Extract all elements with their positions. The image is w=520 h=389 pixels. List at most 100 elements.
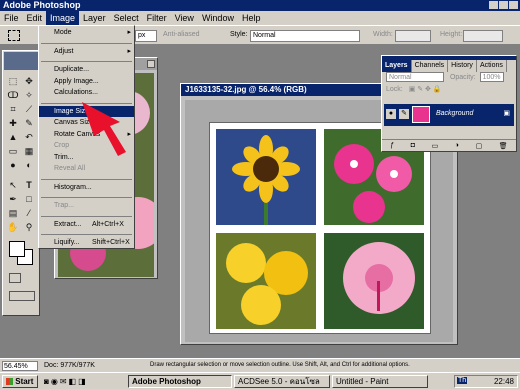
menu-item-adjust-label: Adjust [54, 47, 74, 55]
menu-file[interactable]: File [0, 11, 23, 25]
healing-icon[interactable]: ✚ [6, 117, 20, 130]
screen-mode-icon[interactable] [9, 291, 35, 301]
tab-actions[interactable]: Actions [477, 60, 507, 72]
hand-icon[interactable]: ✋ [6, 221, 20, 234]
crop-icon[interactable]: ⌗ [6, 103, 20, 116]
yellow-flower-1 [226, 243, 266, 283]
menu-item-calculations[interactable]: Calculations... [39, 87, 134, 99]
pen-icon[interactable]: ✒ [6, 193, 20, 206]
notes-icon[interactable]: ▤ [6, 207, 20, 220]
task-acdsee[interactable]: ACDSee 5.0 - คอนโซล [234, 375, 330, 388]
task-paint[interactable]: Untitled - Paint [332, 375, 428, 388]
stamp-icon[interactable]: ▲ [6, 131, 20, 144]
zoom-level[interactable]: 56.45% [2, 361, 38, 371]
menu-item-histogram[interactable]: Histogram... [39, 182, 134, 194]
background-window-close-icon[interactable] [147, 60, 155, 68]
layers-palette-tabs: Layers Channels History Actions [382, 60, 516, 72]
yellow-flowers-image [226, 243, 308, 325]
menu-window[interactable]: Window [198, 11, 238, 25]
lock-icons[interactable]: ▣ ✎ ✥ 🔒 [409, 86, 442, 93]
maximize-icon[interactable] [499, 1, 508, 9]
layer-name: Background [436, 110, 474, 117]
blend-mode-select[interactable]: Normal [386, 72, 444, 82]
marquee-tool-icon[interactable] [8, 30, 20, 41]
menu-help[interactable]: Help [238, 11, 265, 25]
menu-item-liquify-shortcut: Shift+Ctrl+X [92, 239, 130, 246]
magic-wand-icon[interactable]: ✧ [22, 89, 36, 102]
menu-image[interactable]: Image [46, 11, 80, 25]
status-bar: 56.45% Doc: 977K/977K Draw rectangular s… [0, 358, 520, 372]
menu-filter[interactable]: Filter [143, 11, 171, 25]
menu-layer[interactable]: Layer [79, 11, 110, 25]
menu-item-mode[interactable]: Mode ▸ [39, 27, 134, 39]
menu-item-liquify[interactable]: Liquify... Shift+Ctrl+X [39, 237, 134, 249]
width-field[interactable] [395, 30, 431, 42]
pink-flower-3 [353, 191, 385, 223]
submenu-arrow-icon: ▸ [127, 47, 131, 55]
dodge-icon[interactable]: ◐ [22, 159, 36, 172]
hibiscus-image [343, 242, 415, 314]
photo-hibiscus [324, 233, 424, 329]
zoom-icon[interactable]: ⚲ [22, 221, 36, 234]
start-button[interactable]: Start [2, 375, 38, 388]
menu-separator [41, 193, 132, 198]
menu-item-duplicate[interactable]: Duplicate... [39, 64, 134, 76]
shape-icon[interactable]: □ [22, 193, 36, 206]
brush-icon[interactable]: ✎ [22, 117, 36, 130]
minimize-icon[interactable] [489, 1, 498, 9]
layer-effects-icon[interactable]: ƒ [390, 142, 394, 149]
feather-field[interactable]: px [135, 30, 157, 42]
adjustment-layer-icon[interactable]: ◑ [455, 142, 459, 149]
layer-mask-icon[interactable]: ◘ [411, 142, 415, 149]
antialiased-checkbox[interactable]: Anti-aliased [163, 31, 200, 38]
menu-item-adjust[interactable]: Adjust ▸ [39, 46, 134, 58]
layer-background[interactable]: ● ✎ Background ▣ [384, 104, 514, 126]
move-icon[interactable]: ✥ [22, 75, 36, 88]
close-icon[interactable] [509, 1, 518, 9]
language-indicator-icon[interactable]: Th [457, 377, 468, 384]
lock-row: Lock: ▣ ✎ ✥ 🔒 [382, 84, 516, 96]
tab-layers[interactable]: Layers [382, 60, 412, 72]
red-arrow-icon [82, 102, 126, 156]
menu-separator [41, 175, 132, 180]
menu-select[interactable]: Select [110, 11, 143, 25]
marquee-icon[interactable]: ⬚ [6, 75, 20, 88]
system-tray: Th 22:48 [454, 375, 518, 388]
path-select-icon[interactable]: ↖ [6, 179, 20, 192]
style-select[interactable]: Normal [250, 30, 360, 42]
new-layer-icon[interactable]: ▢ [476, 142, 483, 150]
menu-item-extract[interactable]: Extract... Alt+Ctrl+X [39, 219, 134, 231]
visibility-eye-icon[interactable]: ● [386, 109, 396, 119]
tab-history[interactable]: History [448, 60, 477, 72]
history-brush-icon[interactable]: ↶ [22, 131, 36, 144]
menu-item-trap[interactable]: Trap... [39, 200, 134, 212]
eyedropper-icon[interactable]: ⁄ [22, 207, 36, 220]
quick-mask-icon[interactable] [9, 273, 21, 283]
task-adobe-photoshop[interactable]: Adobe Photoshop [128, 375, 232, 388]
photo-yellow-flowers [216, 233, 316, 329]
window-controls[interactable] [489, 1, 518, 9]
quicklaunch-icons[interactable]: ◙◉✉◧◨ [44, 377, 88, 386]
lasso-icon[interactable]: ↀ [6, 89, 20, 102]
eraser-icon[interactable]: ▭ [6, 145, 20, 158]
gradient-icon[interactable]: ▦ [22, 145, 36, 158]
windows-logo-icon [6, 378, 13, 386]
layers-palette-footer: ƒ ◘ ▭ ◑ ▢ 🗑 [382, 139, 516, 151]
menu-item-apply-image[interactable]: Apply Image... [39, 76, 134, 88]
type-icon[interactable]: T [22, 179, 36, 192]
pointer-arrow-annotation [82, 102, 126, 156]
menu-item-reveal-all[interactable]: Reveal All [39, 163, 134, 175]
opacity-field[interactable]: 100% [479, 72, 504, 82]
slice-icon[interactable]: ⟋ [22, 103, 36, 116]
menu-view[interactable]: View [171, 11, 198, 25]
tab-channels[interactable]: Channels [412, 60, 449, 72]
yellow-flower-3 [241, 285, 281, 325]
new-set-icon[interactable]: ▭ [432, 142, 439, 150]
status-hint: Draw rectangular selection or move selec… [150, 362, 410, 368]
height-field[interactable] [463, 30, 503, 42]
menu-edit[interactable]: Edit [23, 11, 47, 25]
blur-icon[interactable]: ● [6, 159, 20, 172]
delete-layer-icon[interactable]: 🗑 [499, 142, 508, 150]
foreground-color-swatch[interactable] [9, 241, 25, 257]
hibiscus-stamen [377, 281, 380, 311]
